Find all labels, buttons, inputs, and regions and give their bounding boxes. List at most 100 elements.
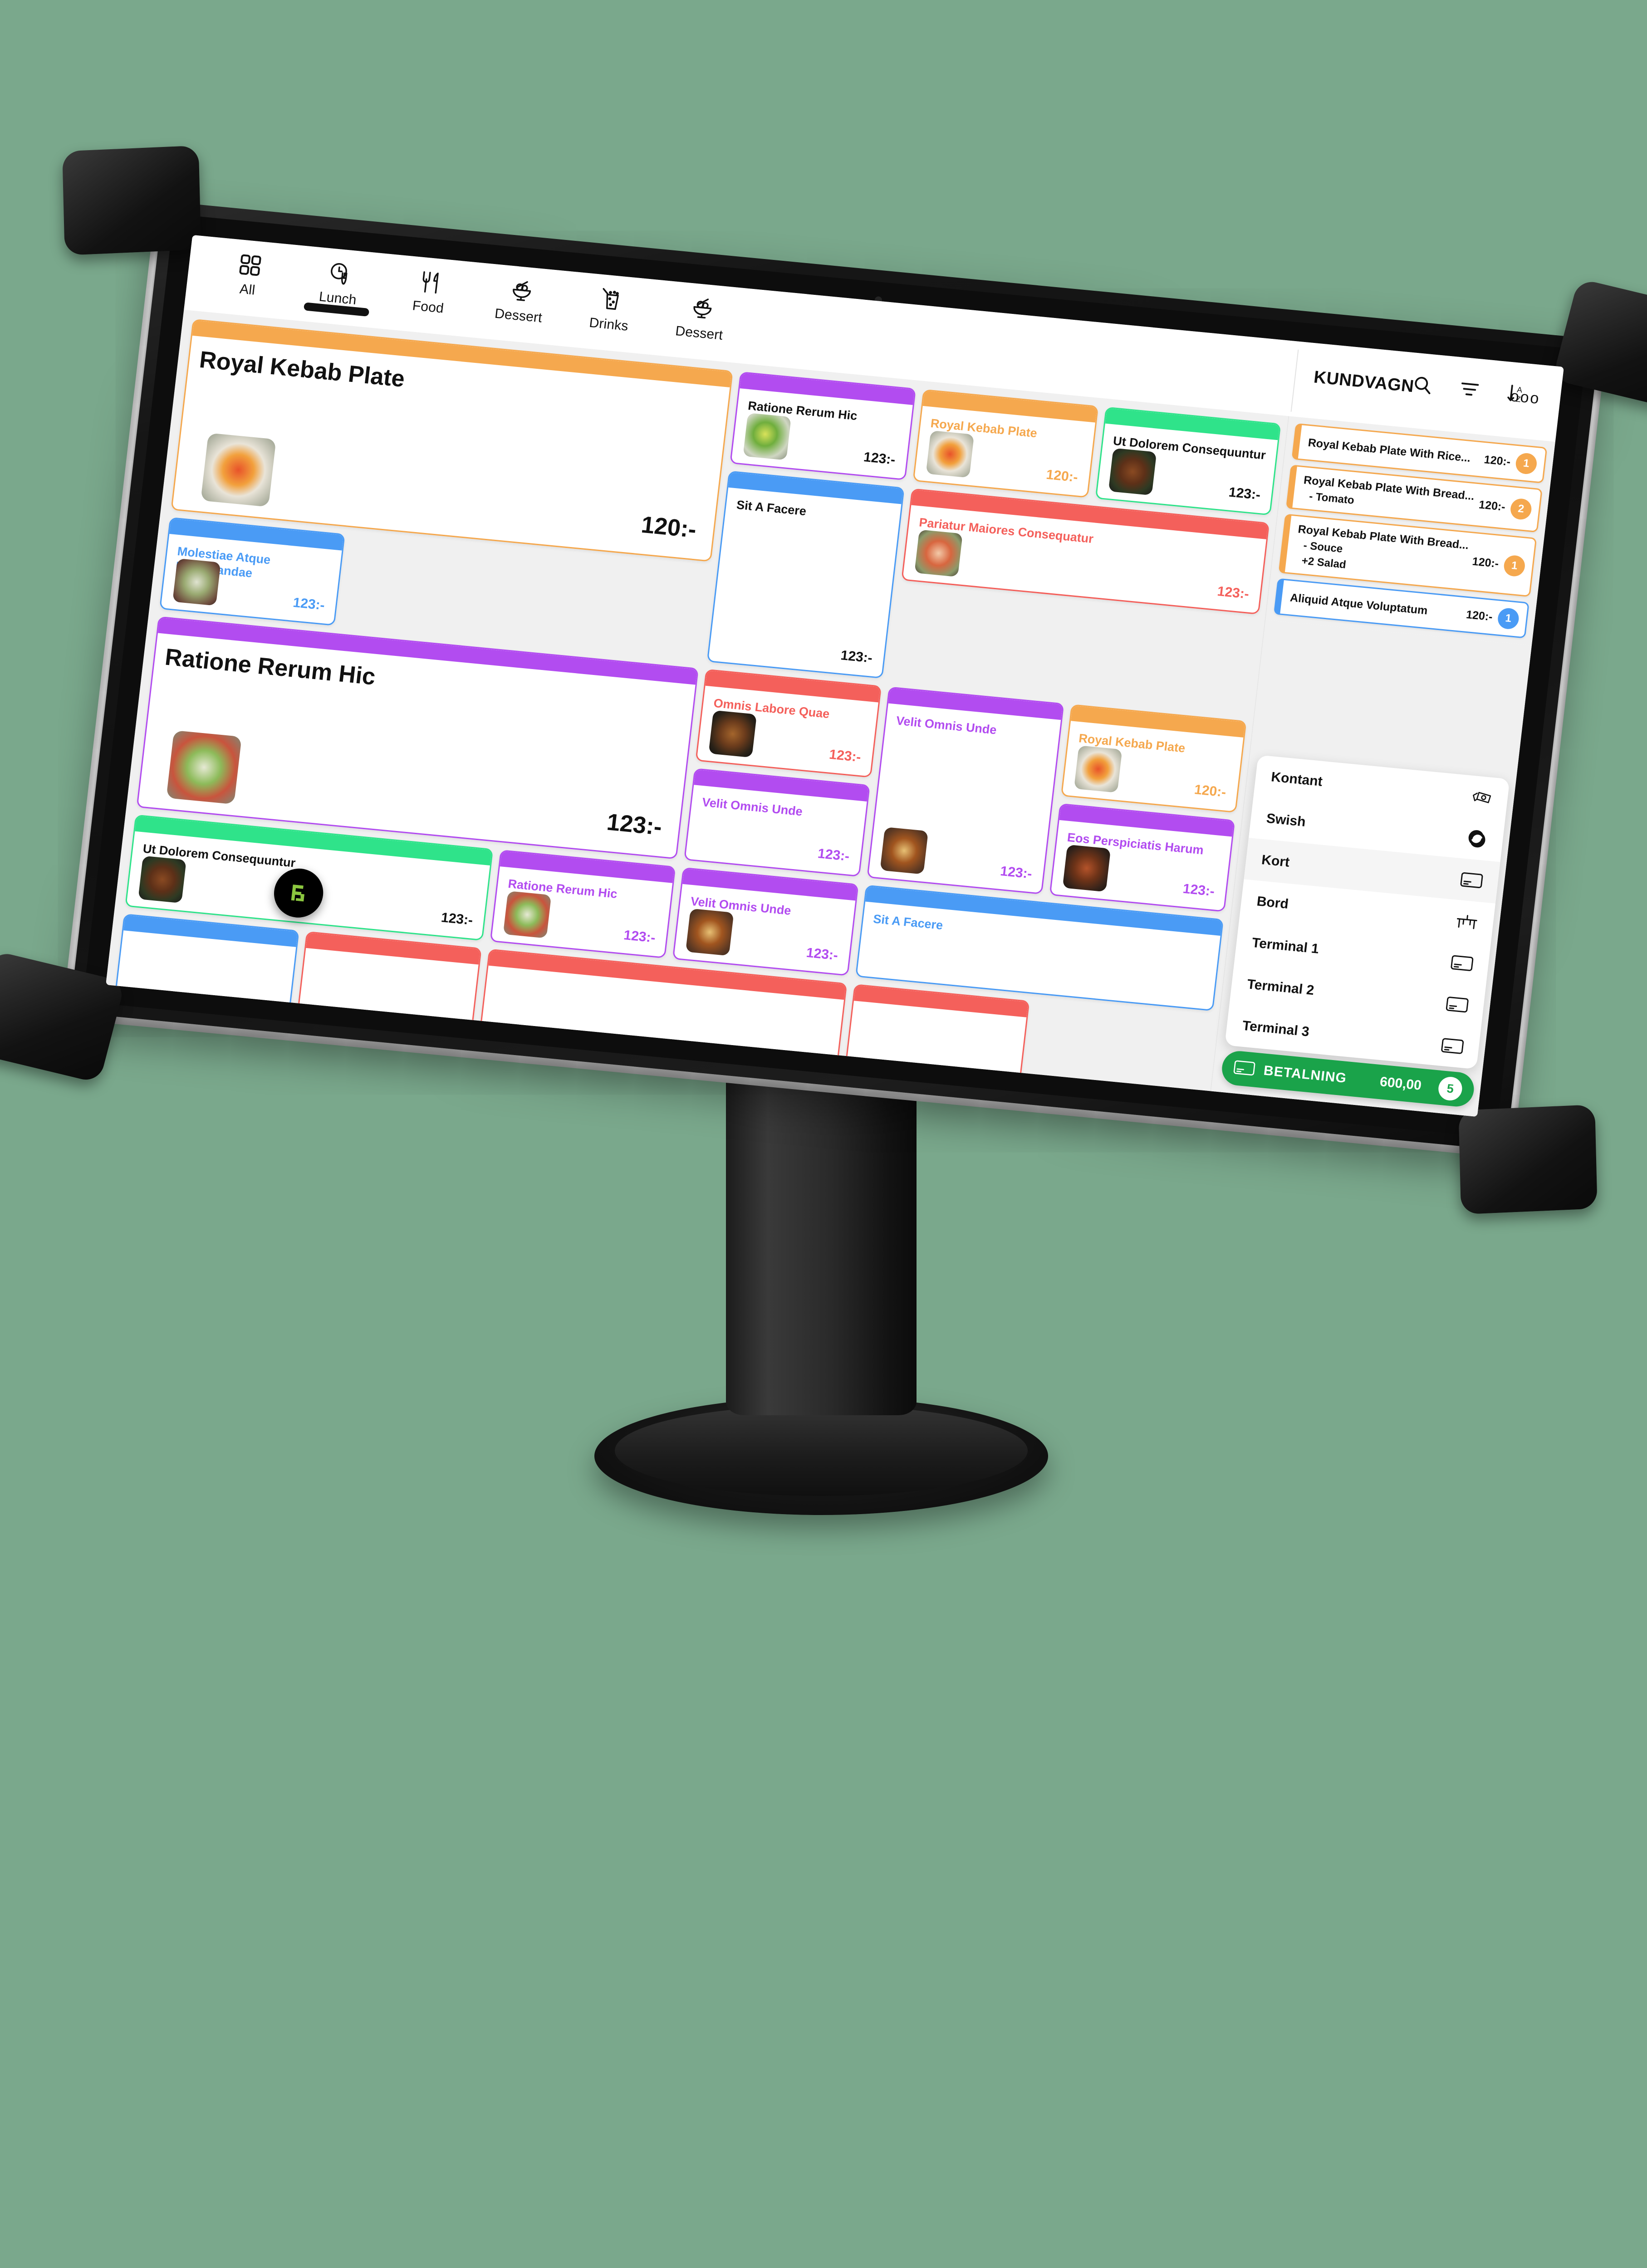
ice-cream-icon: [507, 277, 536, 306]
category-tab-drinks-4[interactable]: Drinks: [563, 279, 659, 337]
product-tile[interactable]: Ut Dolorem Consequuntur 123:-: [1095, 406, 1281, 516]
product-tile[interactable]: Velit Omnis Unde 123:-: [867, 686, 1064, 894]
cart-title: KUNDVAGN: [1313, 367, 1415, 396]
product-name: Sit A Facere: [735, 498, 807, 518]
cart-item-quantity: 1: [1515, 452, 1538, 475]
product-thumbnail: [686, 908, 735, 956]
checkout-item-count: 5: [1437, 1075, 1464, 1102]
drink-cup-icon: [598, 285, 626, 315]
category-tab-lunch-1[interactable]: Lunch: [292, 252, 388, 317]
product-price: 123:-: [805, 945, 839, 963]
product-thumbnail: [914, 529, 963, 577]
payment-method-label: Terminal 3: [1241, 1018, 1310, 1040]
card-icon: [1233, 1059, 1255, 1079]
card-icon: [1451, 954, 1474, 972]
product-price: 123:-: [292, 595, 326, 613]
category-tab-label: All: [239, 281, 256, 298]
product-tile[interactable]: Molestiae Atque Repudiandae123:-: [159, 517, 345, 626]
category-tab-dessert-5[interactable]: Dessert: [653, 287, 749, 345]
screen-body: Royal Kebab Plate 120:- Ratione Rerum Hic 1…: [106, 309, 1555, 1117]
cash-icon: [1470, 787, 1493, 807]
product-price: 123:-: [999, 863, 1033, 882]
product-price: 123:-: [1216, 584, 1250, 602]
product-name: Velit Omnis Unde: [895, 714, 998, 737]
clock-fork-icon: [326, 259, 355, 288]
swish-icon: [1466, 827, 1489, 850]
cart-item-quantity: 2: [1509, 497, 1533, 520]
product-tile[interactable]: Ratione Rerum Hic 123:-: [490, 850, 676, 958]
category-tab-label: Dessert: [674, 323, 724, 343]
tile-body: Sit A Facere 123:-: [709, 488, 902, 677]
payment-method-label: Kontant: [1270, 769, 1323, 789]
cart-item-main: Aliquid Atque Voluptatum: [1289, 591, 1461, 621]
scene: All Lunch Food Dessert Drinks Dessert A …: [0, 0, 1647, 1568]
product-thumbnail: [743, 413, 792, 460]
cart-item-main: Royal Kebab Plate With Rice...: [1307, 436, 1479, 465]
tile-body: Ratione Rerum Hic 123:-: [731, 388, 912, 479]
product-thumbnail: [708, 710, 757, 758]
fork-knife-icon: [417, 268, 445, 297]
cart-item-main: Royal Kebab Plate With Bread... - Tomato: [1301, 474, 1475, 518]
cart-item-price: 120:-: [1483, 453, 1511, 469]
cart-menu-dots-icon[interactable]: ooo: [1510, 387, 1541, 407]
payment-method-label: Terminal 2: [1246, 977, 1315, 998]
product-grid: Royal Kebab Plate 120:- Ratione Rerum Hic 1…: [106, 309, 1289, 1091]
card-icon: [1441, 1037, 1464, 1055]
product-thumbnail: [138, 855, 186, 904]
tile-body: Omnis Labore Quae 123:-: [697, 686, 878, 777]
brand-logo-icon: [291, 885, 304, 902]
category-tab-food-2[interactable]: Food: [382, 261, 478, 319]
product-thumbnail: [503, 891, 552, 938]
screen: All Lunch Food Dessert Drinks Dessert A …: [106, 235, 1564, 1117]
category-tab-label: Food: [412, 298, 445, 316]
tile-body: Eos Perspiciatis Harum 123:-: [1051, 820, 1232, 911]
category-tab-dessert-3[interactable]: Dessert: [472, 270, 569, 328]
category-tab-label: Dessert: [494, 306, 543, 326]
product-tile[interactable]: Royal Kebab Plate 120:-: [912, 389, 1099, 498]
product-price: 123:-: [1182, 881, 1216, 899]
tile-body: Royal Kebab Plate 120:-: [914, 406, 1095, 497]
tile-body: Molestiae Atque Repudiandae123:-: [161, 534, 342, 625]
grid-icon: [236, 250, 264, 280]
card-icon: [1446, 996, 1469, 1013]
product-price: 123:-: [840, 648, 873, 666]
tile-body: Royal Kebab Plate 120:-: [1062, 721, 1243, 811]
cart-item-main: Royal Kebab Plate With Bread... - Souce +2…: [1294, 523, 1469, 583]
cart-item-quantity: 1: [1503, 554, 1526, 577]
cart-item-price: 120:-: [1471, 555, 1500, 571]
card-icon: [1460, 871, 1484, 889]
cart-item-price: 120:-: [1465, 608, 1494, 623]
product-thumbnail: [201, 433, 276, 507]
product-tile[interactable]: Sit A Facere 123:-: [707, 470, 905, 679]
category-tab-all-0[interactable]: All: [201, 244, 298, 302]
tile-body: Velit Omnis Unde 123:-: [674, 884, 855, 975]
tile-body: Velit Omnis Unde 123:-: [868, 704, 1061, 893]
product-tile[interactable]: Eos Perspiciatis Harum 123:-: [1049, 803, 1235, 912]
product-tile[interactable]: Ratione Rerum Hic 123:-: [730, 371, 916, 480]
product-name: Velit Omnis Unde: [701, 795, 804, 819]
payment-method-label: Bord: [1256, 894, 1289, 912]
product-price: 120:-: [1193, 782, 1227, 800]
product-price: 123:-: [817, 846, 850, 864]
checkout-amount: 600,00: [1379, 1074, 1422, 1093]
product-tile[interactable]: Omnis Labore Quae 123:-: [695, 669, 882, 778]
product-thumbnail: [880, 827, 928, 875]
product-tile[interactable]: Velit Omnis Unde 123:-: [684, 768, 870, 877]
pos-monitor: All Lunch Food Dessert Drinks Dessert A …: [0, 145, 1647, 1215]
tile-body: Ratione Rerum Hic 123:-: [491, 866, 672, 957]
tile-body: Ut Dolorem Consequuntur 123:-: [1097, 424, 1278, 514]
table-icon: [1455, 913, 1479, 931]
product-tile[interactable]: Royal Kebab Plate 120:-: [1060, 704, 1247, 813]
monitor-stand-base-top: [615, 1405, 1028, 1496]
product-thumbnail: [1108, 448, 1157, 496]
product-thumbnail: [926, 430, 974, 478]
payment-method-label: Kort: [1260, 852, 1290, 870]
mount-clamp-top-left: [62, 145, 201, 255]
product-price: 123:-: [828, 747, 862, 765]
product-tile[interactable]: Velit Omnis Unde 123:-: [672, 867, 859, 976]
cart-item-quantity: 1: [1496, 607, 1520, 630]
cart-item-name: Aliquid Atque Voluptatum: [1289, 591, 1428, 617]
payment-method-label: Terminal 1: [1251, 935, 1320, 957]
tile-body: Velit Omnis Unde 123:-: [686, 785, 867, 875]
product-price: 120:-: [1045, 467, 1079, 485]
